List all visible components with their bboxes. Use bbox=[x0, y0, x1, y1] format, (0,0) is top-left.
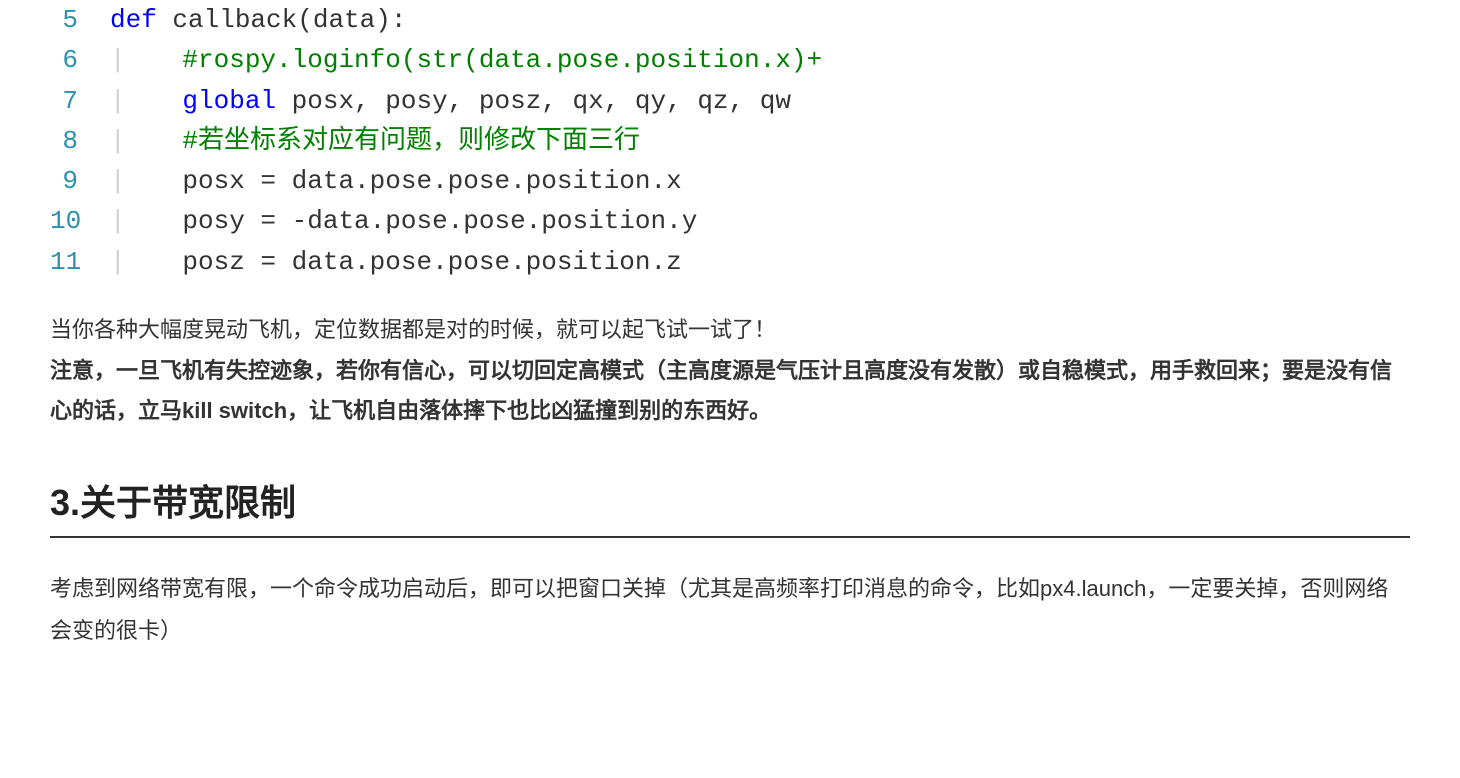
code-token bbox=[157, 5, 173, 35]
code-token: def bbox=[110, 5, 157, 35]
indent-guide: | bbox=[110, 166, 182, 196]
code-content: def callback(data): bbox=[110, 0, 406, 40]
code-token: #rospy.loginfo(str(data.pose.position.x)… bbox=[182, 45, 822, 75]
code-line: 11| posz = data.pose.pose.position.z bbox=[50, 242, 1410, 282]
line-number: 7 bbox=[50, 81, 110, 121]
line-number: 5 bbox=[50, 0, 110, 40]
prose-block-2: 考虑到网络带宽有限，一个命令成功启动后，即可以把窗口关掉（尤其是高频率打印消息的… bbox=[50, 568, 1410, 652]
code-line: 9| posx = data.pose.pose.position.x bbox=[50, 161, 1410, 201]
line-number: 6 bbox=[50, 40, 110, 80]
code-content: | posz = data.pose.pose.position.z bbox=[110, 242, 682, 282]
code-token: global bbox=[182, 86, 276, 116]
line-number: 8 bbox=[50, 121, 110, 161]
code-token: #若坐标系对应有问题，则修改下面三行 bbox=[182, 126, 640, 156]
code-content: | global posx, posy, posz, qx, qy, qz, q… bbox=[110, 81, 791, 121]
indent-guide: | bbox=[110, 206, 182, 236]
code-content: | posx = data.pose.pose.position.x bbox=[110, 161, 682, 201]
code-token: callback(data): bbox=[172, 5, 406, 35]
code-content: | #若坐标系对应有问题，则修改下面三行 bbox=[110, 121, 640, 161]
code-line: 8| #若坐标系对应有问题，则修改下面三行 bbox=[50, 121, 1410, 161]
line-number: 11 bbox=[50, 242, 110, 282]
prose-block-1: 当你各种大幅度晃动飞机，定位数据都是对的时候，就可以起飞试一试了！ 注意，一旦飞… bbox=[50, 310, 1410, 432]
prose-line-2-bold: 注意，一旦飞机有失控迹象，若你有信心，可以切回定高模式（主高度源是气压计且高度没… bbox=[50, 351, 1410, 432]
prose2-line-1: 考虑到网络带宽有限，一个命令成功启动后，即可以把窗口关掉（尤其是高频率打印消息的… bbox=[50, 568, 1410, 652]
indent-guide: | bbox=[110, 247, 182, 277]
section-heading: 3.关于带宽限制 bbox=[50, 474, 1410, 538]
indent-guide: | bbox=[110, 126, 182, 156]
code-line: 10| posy = -data.pose.pose.position.y bbox=[50, 201, 1410, 241]
code-line: 6| #rospy.loginfo(str(data.pose.position… bbox=[50, 40, 1410, 80]
indent-guide: | bbox=[110, 45, 182, 75]
code-token: posz = data.pose.pose.position.z bbox=[182, 247, 681, 277]
line-number: 9 bbox=[50, 161, 110, 201]
code-token: posy = -data.pose.pose.position.y bbox=[182, 206, 697, 236]
prose-line-1: 当你各种大幅度晃动飞机，定位数据都是对的时候，就可以起飞试一试了！ bbox=[50, 310, 1410, 351]
code-line: 5def callback(data): bbox=[50, 0, 1410, 40]
code-token: posx, posy, posz, qx, qy, qz, qw bbox=[276, 86, 791, 116]
code-line: 7| global posx, posy, posz, qx, qy, qz, … bbox=[50, 81, 1410, 121]
code-token: posx = data.pose.pose.position.x bbox=[182, 166, 681, 196]
code-content: | posy = -data.pose.pose.position.y bbox=[110, 201, 697, 241]
line-number: 10 bbox=[50, 201, 110, 241]
code-content: | #rospy.loginfo(str(data.pose.position.… bbox=[110, 40, 822, 80]
code-block: 5def callback(data):6| #rospy.loginfo(st… bbox=[50, 0, 1410, 282]
indent-guide: | bbox=[110, 86, 182, 116]
